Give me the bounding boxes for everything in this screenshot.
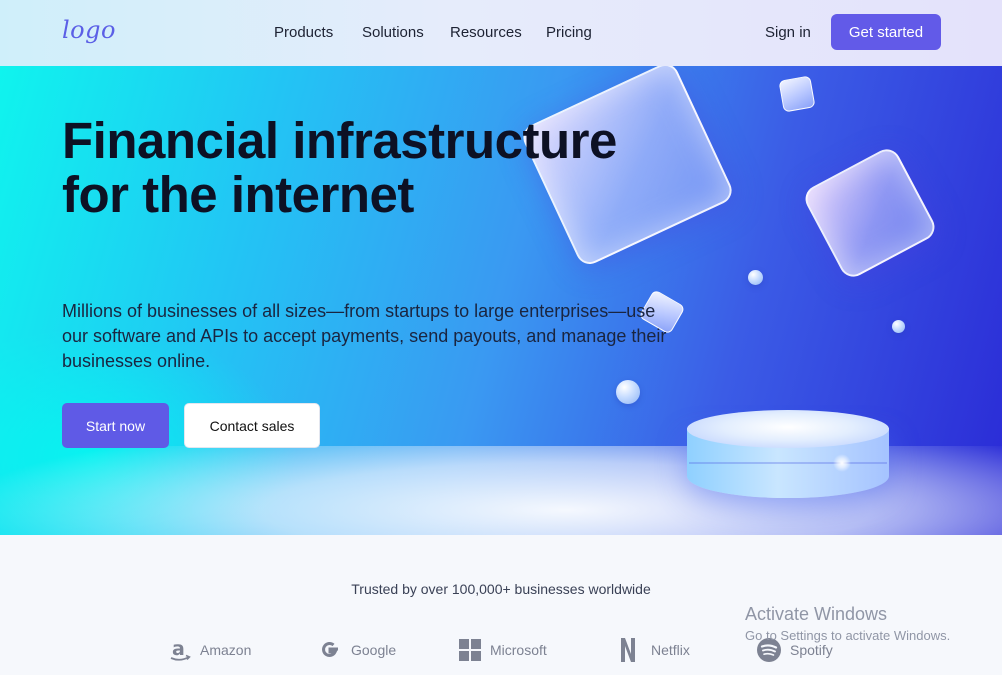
google-icon: [317, 637, 343, 663]
sign-in-link[interactable]: Sign in: [765, 24, 811, 41]
brand-label: Microsoft: [490, 642, 547, 658]
trusted-text: Trusted by over 100,000+ businesses worl…: [351, 581, 651, 597]
logo[interactable]: logo: [62, 16, 116, 44]
windows-watermark-subtitle: Go to Settings to activate Windows.: [745, 628, 951, 643]
glass-card-decoration: [800, 144, 940, 282]
netflix-icon: [619, 636, 637, 664]
brand-netflix: Netflix: [619, 636, 690, 664]
brand-amazon: a Amazon: [168, 636, 251, 664]
orb-decoration: [892, 320, 905, 333]
brand-label: Netflix: [651, 642, 690, 658]
hero-section: Financial infrastructure for the interne…: [0, 66, 1002, 535]
cube-decoration: [778, 75, 816, 113]
amazon-icon: a: [168, 638, 192, 662]
hero-subtitle: Millions of businesses of all sizes—from…: [62, 301, 667, 371]
brand-microsoft: Microsoft: [458, 636, 547, 664]
orb-decoration: [748, 270, 763, 285]
nav-resources[interactable]: Resources: [450, 24, 522, 41]
get-started-button[interactable]: Get started: [831, 14, 941, 50]
start-now-button[interactable]: Start now: [62, 403, 169, 448]
brand-label: Amazon: [200, 642, 252, 658]
hero-title: Financial infrastructure for the interne…: [62, 112, 617, 223]
pedestal-top: [687, 410, 889, 448]
microsoft-icon: [458, 638, 482, 662]
sparkle-icon: [833, 454, 851, 472]
nav-pricing[interactable]: Pricing: [546, 24, 592, 41]
nav-products[interactable]: Products: [274, 24, 333, 41]
nav-solutions[interactable]: Solutions: [362, 24, 424, 41]
windows-watermark-title: Activate Windows: [745, 604, 888, 624]
orb-decoration: [616, 380, 640, 404]
brand-google: Google: [317, 636, 396, 664]
site-header: logo Products Solutions Resources Pricin…: [0, 0, 1002, 67]
svg-text:a: a: [172, 638, 185, 660]
pedestal-decoration: [687, 410, 889, 502]
pedestal-line: [689, 462, 887, 464]
contact-sales-button[interactable]: Contact sales: [184, 403, 320, 448]
brand-label: Google: [351, 642, 397, 658]
brand-label: Spotify: [790, 642, 833, 658]
